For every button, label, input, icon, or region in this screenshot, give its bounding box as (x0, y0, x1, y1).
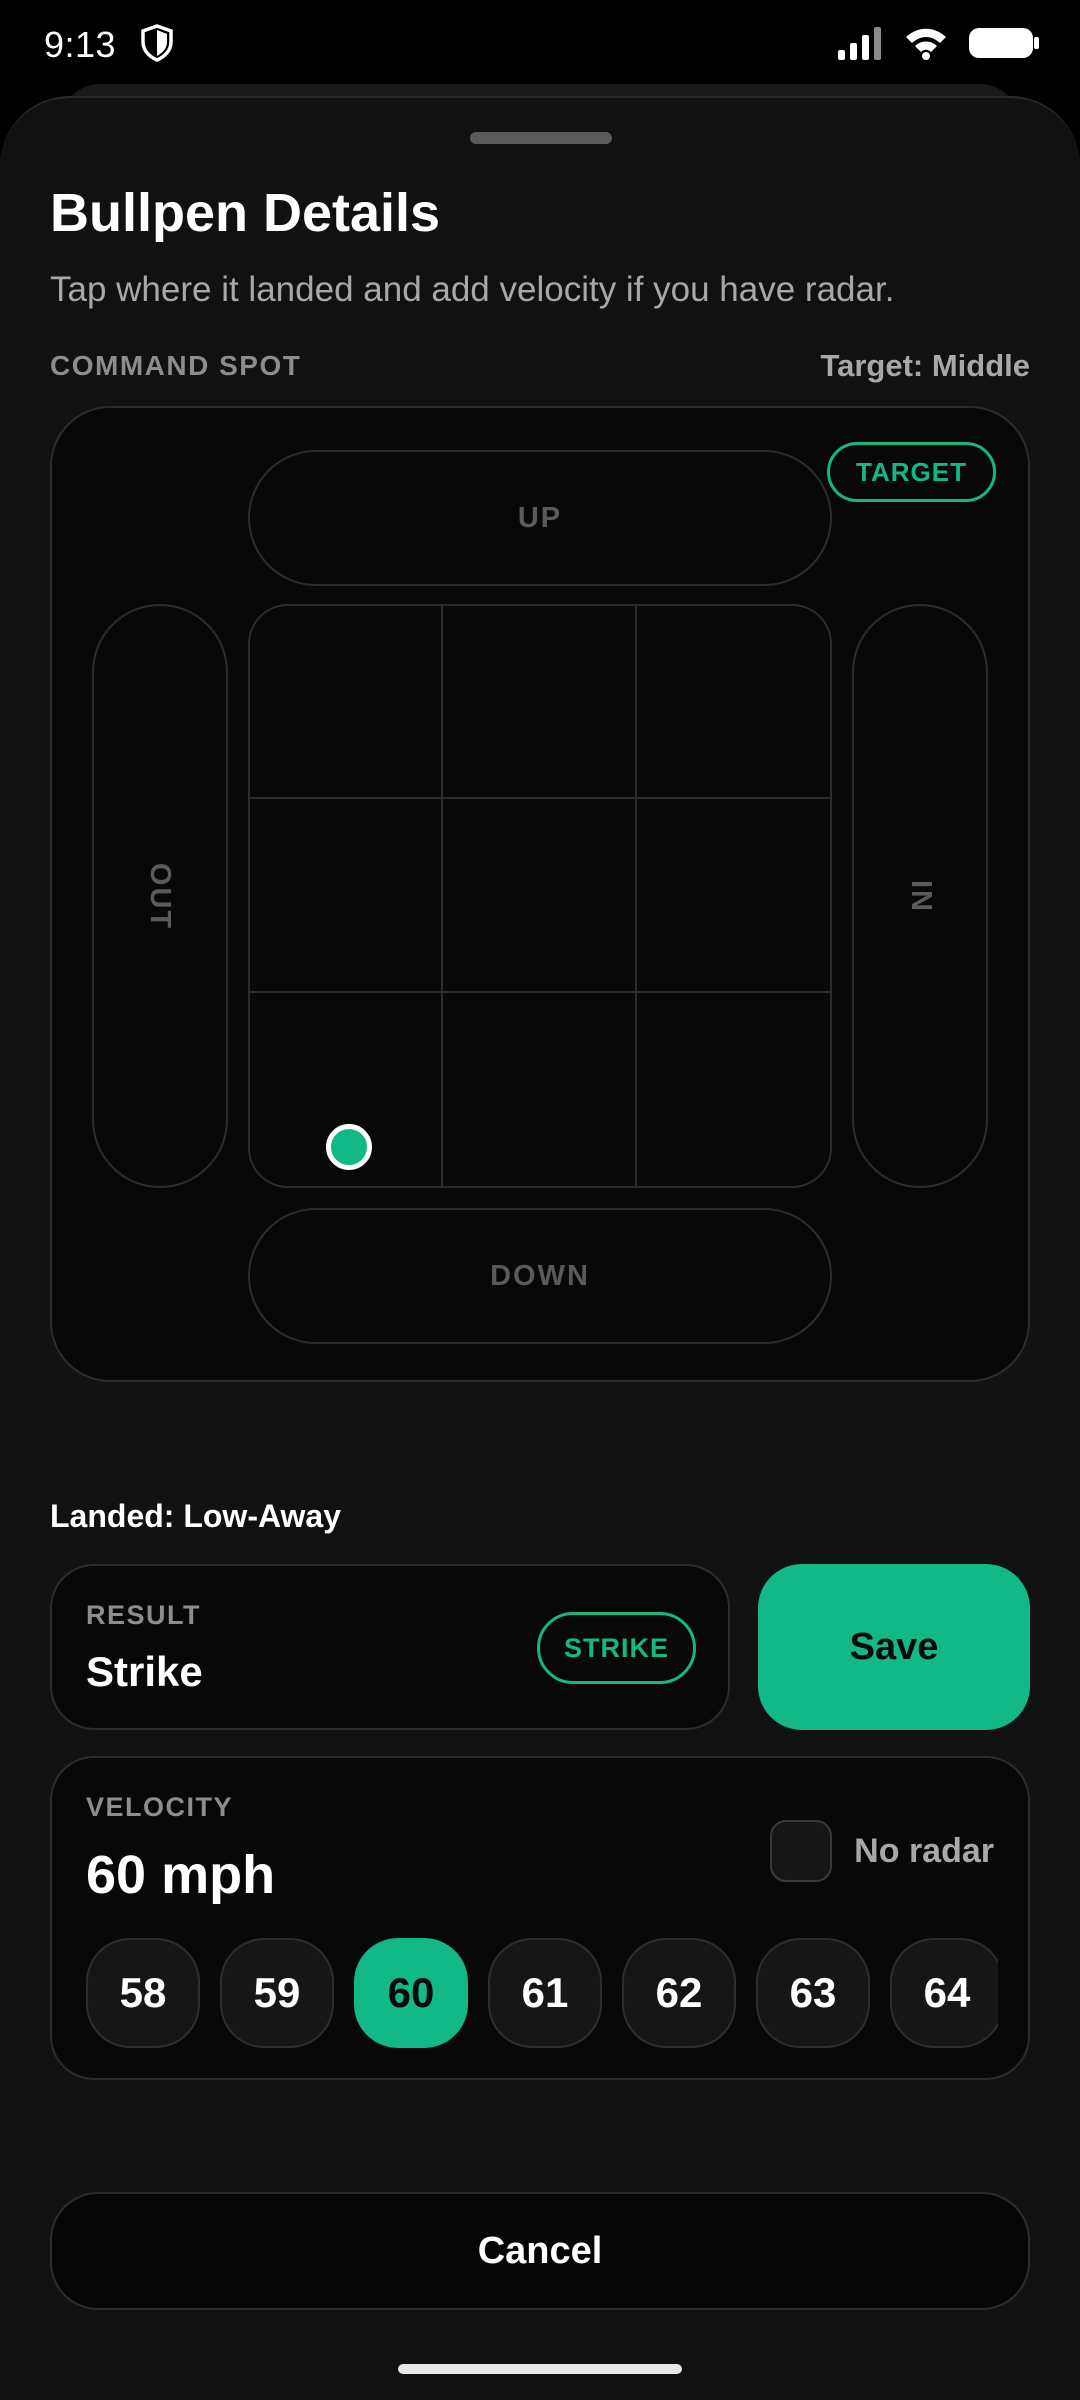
zone-cell-middle[interactable] (443, 799, 637, 993)
strike-badge[interactable]: STRIKE (536, 1612, 696, 1684)
sheet-title: Bullpen Details (50, 183, 441, 243)
battery-icon (968, 26, 1040, 65)
zone-cell-high-in[interactable] (636, 606, 830, 800)
velocity-value: 60 mph (86, 1845, 276, 1905)
zone-in[interactable]: IN (852, 604, 988, 1188)
speed-chip[interactable]: 62 (622, 1938, 736, 2048)
zone-cell-middle-away[interactable] (250, 799, 444, 993)
result-card[interactable]: RESULT Strike STRIKE (50, 1564, 730, 1730)
speed-chip[interactable]: 60 (354, 1938, 468, 2048)
wifi-icon (904, 26, 948, 65)
target-location-label: Target: Middle (820, 348, 1030, 383)
speed-chip[interactable]: 59 (220, 1938, 334, 2048)
zone-out-label: OUT (144, 862, 177, 930)
command-spot-label: COMMAND SPOT (50, 350, 302, 381)
target-badge[interactable]: TARGET (827, 442, 996, 502)
cancel-button[interactable]: Cancel (50, 2192, 1030, 2310)
speed-chip[interactable]: 58 (86, 1938, 200, 2048)
signal-icon (838, 26, 884, 65)
zone-up-label: UP (517, 501, 563, 534)
velocity-label: VELOCITY (86, 1792, 234, 1822)
speed-chip[interactable]: 63 (756, 1938, 870, 2048)
status-right (838, 26, 1040, 65)
zone-cell-low-middle[interactable] (443, 992, 637, 1186)
zone-cell-middle-in[interactable] (636, 799, 830, 993)
zone-up[interactable]: UP (248, 450, 832, 586)
no-radar-checkbox[interactable] (770, 1820, 833, 1882)
status-bar: 9:13 (0, 0, 1080, 90)
zone-cell-low-in[interactable] (637, 993, 830, 1186)
pitch-location-marker[interactable] (326, 1124, 372, 1170)
strike-zone-grid (248, 604, 832, 1188)
velocity-card: VELOCITY 60 mph No radar 58 59 60 61 62 … (50, 1756, 1030, 2080)
sheet-grabber[interactable] (470, 132, 612, 144)
command-spot-panel: TARGET UP OUT IN DOWN (50, 406, 1030, 1382)
home-indicator (398, 2364, 682, 2374)
zone-in-label: IN (904, 879, 937, 913)
zone-down-label: DOWN (490, 1259, 590, 1292)
shield-icon (140, 23, 174, 67)
landed-location-text: Landed: Low-Away (50, 1498, 341, 1534)
result-value: Strike (86, 1648, 203, 1695)
zone-down[interactable]: DOWN (248, 1208, 832, 1344)
sheet-subtitle: Tap where it landed and add velocity if … (50, 270, 895, 309)
speed-chip[interactable]: 61 (488, 1938, 602, 2048)
zone-cell-high-away[interactable] (250, 606, 444, 800)
no-radar-label: No radar (854, 1831, 994, 1870)
result-label: RESULT (86, 1600, 201, 1630)
save-button[interactable]: Save (758, 1564, 1030, 1730)
zone-out[interactable]: OUT (92, 604, 228, 1188)
speed-chip-row[interactable]: 58 59 60 61 62 63 64 (86, 1938, 998, 2050)
bullpen-details-sheet: Bullpen Details Tap where it landed and … (0, 96, 1080, 2400)
status-left: 9:13 (44, 23, 174, 67)
no-radar-toggle[interactable]: No radar (770, 1820, 994, 1882)
speed-chip[interactable]: 64 (890, 1938, 998, 2048)
zone-cell-high-middle[interactable] (443, 606, 637, 800)
status-time: 9:13 (44, 24, 117, 65)
